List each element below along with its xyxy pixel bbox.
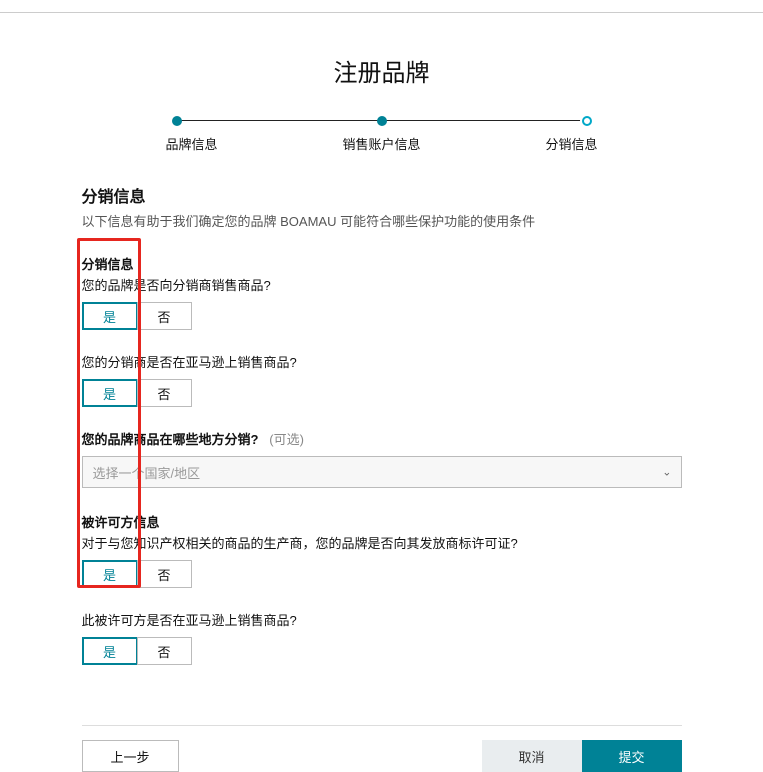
prev-button[interactable]: 上一步 xyxy=(82,740,179,772)
dist-q2-no[interactable]: 否 xyxy=(137,379,192,407)
stepper xyxy=(172,116,592,126)
step-label-2: 销售账户信息 xyxy=(342,134,422,153)
dist-q1-no[interactable]: 否 xyxy=(137,302,192,330)
dist-q3-label: 您的品牌商品在哪些地方分销? (可选) xyxy=(82,429,682,448)
submit-button[interactable]: 提交 xyxy=(582,740,682,772)
cancel-button[interactable]: 取消 xyxy=(482,740,582,772)
dist-q1-group: 是 否 xyxy=(82,302,682,330)
dist-q2-text: 您的分销商是否在亚马逊上销售商品? xyxy=(82,352,682,371)
licensee-q1-no[interactable]: 否 xyxy=(137,560,192,588)
step-dot-3 xyxy=(582,116,592,126)
stepper-labels: 品牌信息 销售账户信息 分销信息 xyxy=(152,134,612,153)
licensee-q1-group: 是 否 xyxy=(82,560,682,588)
section-subtitle: 以下信息有助于我们确定您的品牌 BOAMAU 可能符合哪些保护功能的使用条件 xyxy=(82,211,682,230)
page-title: 注册品牌 xyxy=(82,53,682,88)
step-dot-1 xyxy=(172,116,182,126)
dist-q2-group: 是 否 xyxy=(82,379,682,407)
dist-q2-yes[interactable]: 是 xyxy=(82,379,137,407)
step-label-3: 分销信息 xyxy=(532,134,612,153)
licensee-q2-group: 是 否 xyxy=(82,637,682,665)
region-select[interactable]: 选择一个国家/地区 xyxy=(82,456,682,488)
dist-q1-text: 您的品牌是否向分销商销售商品? xyxy=(82,275,682,294)
dist-heading: 分销信息 xyxy=(82,254,682,273)
footer: 上一步 取消 提交 xyxy=(82,725,682,772)
region-select-wrap: 选择一个国家/地区 ⌄ xyxy=(82,456,682,488)
licensee-q2-no[interactable]: 否 xyxy=(137,637,192,665)
licensee-heading: 被许可方信息 xyxy=(82,512,682,531)
dist-q3-optional: (可选) xyxy=(269,432,304,447)
licensee-q2-text: 此被许可方是否在亚马逊上销售商品? xyxy=(82,610,682,629)
licensee-q1-yes[interactable]: 是 xyxy=(82,560,137,588)
dist-q1-yes[interactable]: 是 xyxy=(82,302,137,330)
section-title: 分销信息 xyxy=(82,183,682,207)
dist-q3-label-text: 您的品牌商品在哪些地方分销? xyxy=(82,432,259,447)
licensee-q1-text: 对于与您知识产权相关的商品的生产商，您的品牌是否向其发放商标许可证? xyxy=(82,533,682,552)
step-dot-2 xyxy=(377,116,387,126)
step-label-1: 品牌信息 xyxy=(152,134,232,153)
licensee-q2-yes[interactable]: 是 xyxy=(82,637,137,665)
